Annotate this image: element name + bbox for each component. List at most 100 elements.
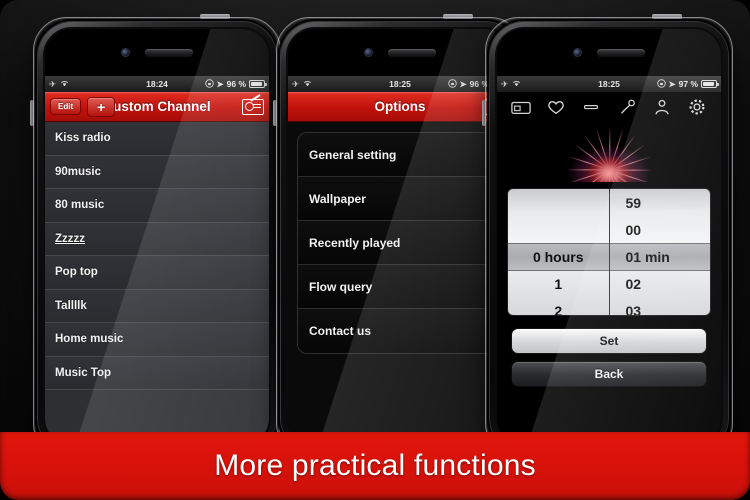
power-button[interactable] [443, 14, 473, 19]
phone-1-status-bar: ✈ 18:24 ➤ 96 % [45, 76, 269, 92]
list-item[interactable]: Tallllk [45, 289, 269, 323]
battery-percent: 96 % [469, 79, 489, 89]
list-item-label: 90music [55, 165, 102, 178]
phone-3: ✈ 18:25 ➤ 97 % 0 hours 1 2 59 00 01 min … [482, 14, 733, 457]
radio-icon[interactable] [242, 93, 264, 115]
earpiece-speaker [144, 49, 193, 56]
phone-3-screen: ✈ 18:25 ➤ 97 % 0 hours 1 2 59 00 01 min … [495, 27, 723, 447]
player-actions: Set Back [511, 328, 707, 394]
phone-2-screen: ✈ 18:25 ➤ 96 % Options General setting W… [286, 27, 514, 447]
picker-option[interactable]: 2 [508, 297, 609, 316]
battery-percent: 96 % [226, 79, 246, 89]
list-item[interactable]: Pop top [45, 256, 269, 290]
list-item[interactable]: 90music [45, 155, 269, 189]
rotation-lock-icon [656, 78, 666, 90]
phone-1: ✈ 18:24 ➤ 96 % Edit + Custom Channel Kis… [30, 14, 281, 457]
picker-option[interactable]: 03 [610, 297, 711, 316]
volume-button[interactable] [482, 100, 486, 126]
location-arrow-icon: ➤ [459, 78, 467, 89]
power-button[interactable] [652, 14, 682, 19]
player-toolbar [497, 92, 721, 122]
person-icon[interactable] [652, 98, 672, 116]
earpiece-speaker [387, 49, 436, 56]
list-item[interactable]: Flow query [298, 265, 502, 309]
volume-button[interactable] [30, 100, 34, 126]
promo-banner: More practical functions [0, 432, 750, 500]
phone-1-earpiece-area [45, 29, 269, 76]
rotation-lock-icon [447, 78, 457, 90]
picker-option[interactable]: 02 [610, 270, 711, 297]
add-channel-button[interactable]: + [87, 96, 116, 117]
phone-2-status-bar: ✈ 18:25 ➤ 96 % [288, 76, 512, 92]
list-item-label: General setting [309, 147, 397, 162]
duration-picker[interactable]: 0 hours 1 2 59 00 01 min 02 03 [507, 188, 711, 316]
player-screen: 0 hours 1 2 59 00 01 min 02 03 Set Back [497, 92, 721, 445]
list-item[interactable]: Zzzzz [45, 222, 269, 256]
phone-3-earpiece-area [497, 29, 721, 76]
picker-option[interactable] [508, 189, 609, 216]
list-item-label: Kiss radio [55, 132, 111, 145]
list-item-label: Tallllk [55, 299, 87, 312]
promo-banner-text: More practical functions [214, 449, 536, 482]
list-item[interactable]: Wallpaper [298, 177, 502, 221]
list-item-label: Wallpaper [309, 191, 366, 206]
radio-card-icon[interactable] [510, 98, 531, 116]
list-item[interactable]: Recently played [298, 221, 502, 265]
volume-button[interactable] [273, 100, 277, 126]
list-item[interactable]: General setting [298, 133, 502, 177]
picker-option-selected[interactable]: 0 hours [508, 243, 609, 270]
list-item[interactable]: Contact us [298, 309, 502, 353]
phone-1-navbar: Edit + Custom Channel [45, 92, 269, 122]
location-arrow-icon: ➤ [216, 78, 224, 89]
options-card: General setting Wallpaper Recently playe… [297, 132, 503, 354]
list-item[interactable]: Home music [45, 323, 269, 357]
front-camera-icon [573, 49, 581, 56]
phone-2-earpiece-area [288, 29, 512, 76]
phone-1-screen: ✈ 18:24 ➤ 96 % Edit + Custom Channel Kis… [43, 27, 271, 447]
phone-3-status-bar: ✈ 18:25 ➤ 97 % [497, 76, 721, 92]
picker-option[interactable] [508, 216, 609, 243]
list-item[interactable]: Kiss radio [45, 122, 269, 156]
microphone-icon[interactable] [617, 98, 637, 116]
options-wrapper: General setting Wallpaper Recently playe… [288, 122, 512, 445]
picker-option-selected[interactable]: 01 min [610, 243, 711, 270]
heart-icon[interactable] [546, 98, 566, 116]
battery-icon [249, 80, 267, 88]
status-right: ➤ 96 % [204, 78, 267, 90]
page-title: Options [374, 99, 426, 114]
hours-wheel[interactable]: 0 hours 1 2 [508, 189, 609, 316]
phone-2-navbar: Options [288, 92, 512, 122]
list-item[interactable]: Music Top [45, 356, 269, 390]
fireworks-artwork [497, 122, 721, 182]
battery-icon [701, 80, 719, 88]
list-item-label: Flow query [309, 279, 373, 294]
list-item-label: Contact us [309, 324, 372, 338]
picker-option[interactable]: 59 [610, 189, 711, 216]
phone-2: ✈ 18:25 ➤ 96 % Options General setting W… [273, 14, 524, 457]
status-right: ➤ 97 % [656, 78, 719, 90]
list-item-label: Zzzzz [55, 232, 86, 245]
front-camera-icon [364, 49, 372, 56]
promo-graphic: ✈ 18:24 ➤ 96 % Edit + Custom Channel Kis… [0, 0, 750, 500]
rotation-lock-icon [204, 78, 214, 90]
picker-option[interactable]: 00 [610, 216, 711, 243]
picker-option[interactable]: 1 [508, 270, 609, 297]
gear-icon[interactable] [687, 98, 707, 116]
list-item[interactable]: 80 music [45, 189, 269, 223]
earpiece-speaker [596, 49, 645, 56]
channel-list[interactable]: Kiss radio 90music 80 music Zzzzz Pop to… [45, 122, 269, 445]
list-item-label: Home music [55, 333, 124, 346]
list-item-label: 80 music [55, 199, 105, 212]
back-button[interactable]: Back [511, 361, 707, 387]
list-item-label: Music Top [55, 366, 112, 379]
power-button[interactable] [200, 14, 230, 19]
minus-icon[interactable] [581, 98, 601, 116]
options-screen: General setting Wallpaper Recently playe… [288, 122, 512, 445]
front-camera-icon [121, 49, 129, 56]
battery-percent: 97 % [678, 79, 698, 89]
set-button[interactable]: Set [511, 328, 707, 354]
edit-button[interactable]: Edit [50, 98, 82, 115]
minutes-wheel[interactable]: 59 00 01 min 02 03 [608, 189, 711, 316]
location-arrow-icon: ➤ [668, 78, 676, 89]
firework-burst [549, 126, 669, 182]
